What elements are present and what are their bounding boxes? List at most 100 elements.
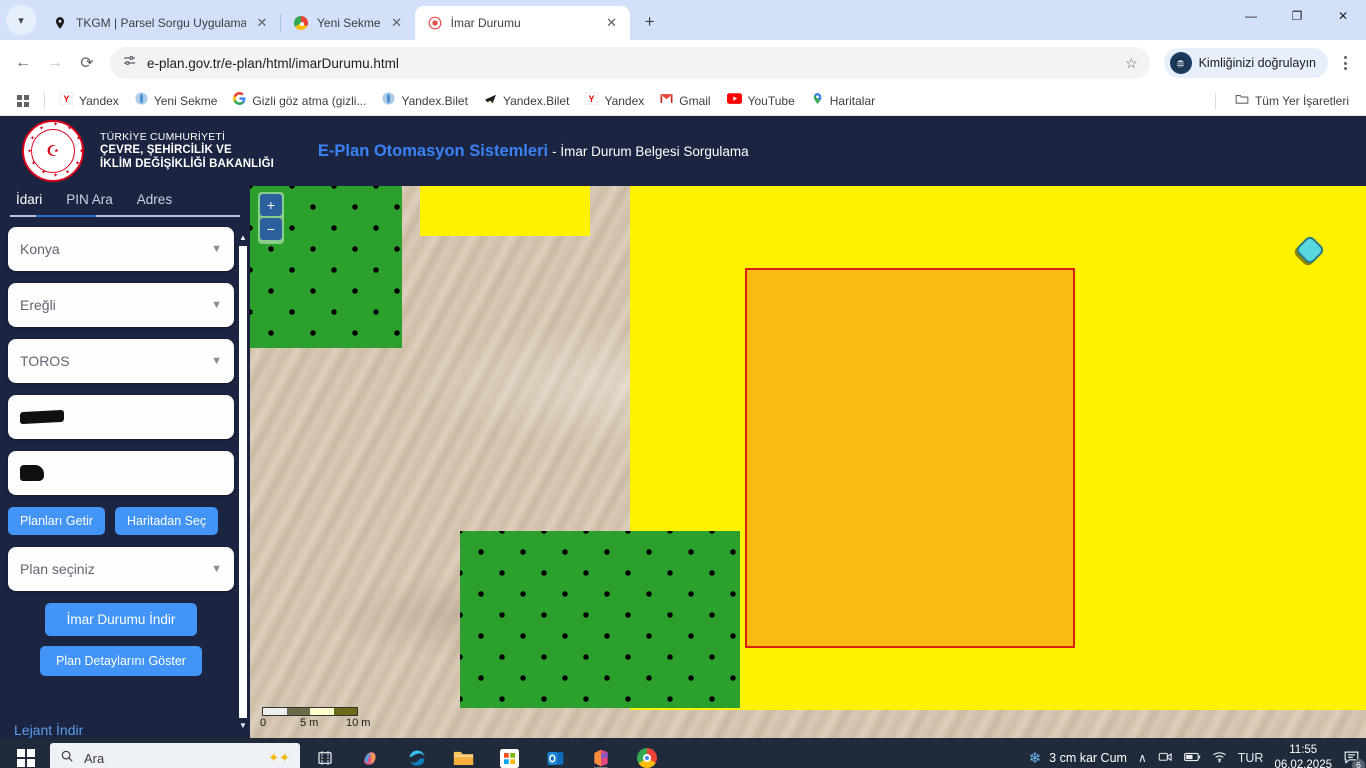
bookmark-star-icon[interactable]: ☆: [1125, 55, 1138, 72]
bookmark-item-8[interactable]: Haritalar: [804, 89, 882, 113]
wifi-icon[interactable]: [1212, 750, 1227, 766]
sidebar-scrollbar[interactable]: ▲ ▼: [237, 232, 248, 732]
scale-segment-4: [333, 708, 357, 715]
all-bookmarks-button[interactable]: Tüm Yer İşaretleri: [1228, 89, 1356, 113]
redaction-mark: [20, 465, 44, 481]
svg-text:Y: Y: [589, 93, 595, 103]
bookmark-item-4[interactable]: Yandex.Bilet: [477, 89, 577, 113]
bookmarks-divider: [44, 92, 45, 109]
map-zone-yellow-top[interactable]: [420, 186, 590, 236]
ministry-seal-icon: [427, 15, 443, 31]
browser-tab-3-close-icon[interactable]: ✕: [604, 15, 620, 31]
outlook-icon[interactable]: [534, 740, 576, 768]
site-header: ✦ ✦ ✦ ✦ ✦ ✦ ✦ ✦ ✦ ✦ ✦ ✦ ☪ TÜRKİYE CUMHUR…: [0, 116, 1366, 186]
plan-select[interactable]: Plan seçiniz ▼: [8, 547, 234, 591]
bookmark-item-3[interactable]: Yandex.Bilet: [375, 89, 475, 113]
scale-segment-2: [286, 708, 310, 715]
ada-input[interactable]: [8, 395, 234, 439]
bookmark-item-0[interactable]: Y Yandex: [53, 89, 126, 113]
apps-shortcut[interactable]: [10, 92, 36, 110]
taskbar-search[interactable]: Ara ✦✦: [50, 743, 300, 768]
snowflake-icon: ❄: [1028, 750, 1042, 767]
scale-label-max: 10 m: [346, 717, 371, 729]
map-zone-green-bottom[interactable]: [460, 531, 740, 708]
copilot-icon[interactable]: [350, 740, 392, 768]
browser-tab-2-close-icon[interactable]: ✕: [389, 15, 405, 31]
show-plan-details-button[interactable]: Plan Detaylarını Göster: [40, 646, 202, 676]
chevron-down-icon: ▼: [211, 243, 222, 255]
map-zoom-controls: + −: [258, 192, 284, 244]
legend-download-link[interactable]: Lejant İndir: [8, 712, 234, 738]
window-maximize-button[interactable]: ❐: [1274, 0, 1320, 32]
zoom-in-button[interactable]: +: [260, 194, 282, 216]
mahalle-select[interactable]: TOROS ▼: [8, 339, 234, 383]
notification-count: 6: [1352, 758, 1365, 768]
taskbar-clock[interactable]: 11:55 06.02.2025: [1274, 743, 1332, 768]
bookmark-item-1[interactable]: Yeni Sekme: [128, 89, 225, 113]
forward-button[interactable]: →: [40, 48, 70, 78]
sidebar-scrollbar-track[interactable]: [239, 246, 247, 718]
browser-toolbar: ← → ⟳ e-plan.gov.tr/e-plan/html/imarDuru…: [0, 40, 1366, 86]
weather-widget[interactable]: ❄ 3 cm kar Cum: [1029, 749, 1127, 767]
apps-grid-icon: [17, 94, 29, 107]
task-view-icon[interactable]: [304, 740, 346, 768]
browser-tab-1[interactable]: TKGM | Parsel Sorgu Uygulamas ✕: [40, 6, 280, 40]
new-tab-button[interactable]: +: [636, 8, 664, 36]
chrome-icon[interactable]: [626, 740, 668, 768]
camera-icon[interactable]: [1158, 750, 1173, 766]
map-canvas[interactable]: + − 0 5 m 10 m: [250, 186, 1366, 738]
window-minimize-button[interactable]: —: [1228, 0, 1274, 32]
layer-switcher-button[interactable]: [1294, 234, 1326, 266]
bookmark-item-6[interactable]: Gmail: [653, 89, 717, 113]
microsoft-store-icon[interactable]: [488, 740, 530, 768]
edge-icon[interactable]: [396, 740, 438, 768]
window-controls: — ❐ ✕: [1228, 0, 1366, 40]
language-indicator[interactable]: TUR: [1238, 751, 1264, 765]
browser-tab-3-title: İmar Durumu: [450, 16, 521, 30]
sidebar-tab-pin-ara[interactable]: PIN Ara: [56, 186, 127, 215]
bookmark-label-2: Gizli göz atma (gizli...: [252, 93, 367, 108]
selected-parcel-polygon[interactable]: [745, 268, 1075, 648]
sidebar-tab-idari[interactable]: İdari: [6, 186, 56, 215]
start-button[interactable]: [6, 740, 46, 768]
browser-tab-strip: ▾ TKGM | Parsel Sorgu Uygulamas ✕ Yeni S…: [0, 0, 1366, 40]
address-bar[interactable]: e-plan.gov.tr/e-plan/html/imarDurumu.htm…: [110, 47, 1150, 79]
browser-tab-1-title: TKGM | Parsel Sorgu Uygulamas: [76, 16, 246, 30]
tray-expand-chevron-icon[interactable]: ∧: [1138, 751, 1147, 765]
select-from-map-button[interactable]: Haritadan Seç: [114, 507, 219, 535]
browser-tab-3[interactable]: İmar Durumu ✕: [414, 6, 630, 40]
download-zoning-status-button[interactable]: İmar Durumu İndir: [44, 603, 198, 636]
microsoft-365-icon[interactable]: M365: [580, 740, 622, 768]
notification-icon[interactable]: 6: [1343, 750, 1365, 768]
il-select[interactable]: Konya ▼: [8, 227, 234, 271]
bookmark-item-7[interactable]: YouTube: [720, 89, 802, 113]
chrome-menu-button[interactable]: [1332, 48, 1358, 78]
window-close-button[interactable]: ✕: [1320, 0, 1366, 32]
scroll-down-icon[interactable]: ▼: [238, 720, 248, 732]
ministry-name: TÜRKİYE CUMHURİYETİ ÇEVRE, ŞEHİRCİLİK VE…: [100, 131, 274, 172]
parsel-input[interactable]: [8, 451, 234, 495]
chevron-down-icon: ▼: [211, 563, 222, 575]
all-bookmarks-label: Tüm Yer İşaretleri: [1254, 93, 1349, 108]
bookmark-item-2[interactable]: Gizli göz atma (gizli...: [226, 89, 373, 113]
reload-button[interactable]: ⟳: [72, 48, 102, 78]
green-zone-bottom-dot-pattern: [460, 531, 740, 708]
bookmark-item-5[interactable]: Y Yandex: [578, 89, 651, 113]
zoom-out-button[interactable]: −: [260, 218, 282, 240]
battery-icon[interactable]: [1183, 751, 1201, 766]
clock-date: 06.02.2025: [1274, 759, 1332, 768]
scale-bar-segments: [262, 707, 358, 716]
tab-search-button[interactable]: ▾: [6, 5, 36, 35]
browser-tab-1-close-icon[interactable]: ✕: [254, 15, 270, 31]
site-settings-icon[interactable]: [122, 53, 137, 73]
back-button[interactable]: ←: [8, 48, 38, 78]
scroll-up-icon[interactable]: ▲: [238, 232, 248, 244]
get-plans-button[interactable]: Planları Getir: [8, 507, 105, 535]
yandex-icon: Y: [59, 91, 74, 110]
profile-verify-button[interactable]: Kimliğinizi doğrulayın: [1163, 48, 1328, 78]
ilce-select[interactable]: Ereğli ▼: [8, 283, 234, 327]
file-explorer-icon[interactable]: [442, 740, 484, 768]
sidebar-tab-adres[interactable]: Adres: [127, 186, 186, 215]
bookmarks-bar: Y Yandex Yeni Sekme Gizli göz atma (gizl…: [0, 86, 1366, 116]
browser-tab-2[interactable]: Yeni Sekme ✕: [281, 6, 415, 40]
